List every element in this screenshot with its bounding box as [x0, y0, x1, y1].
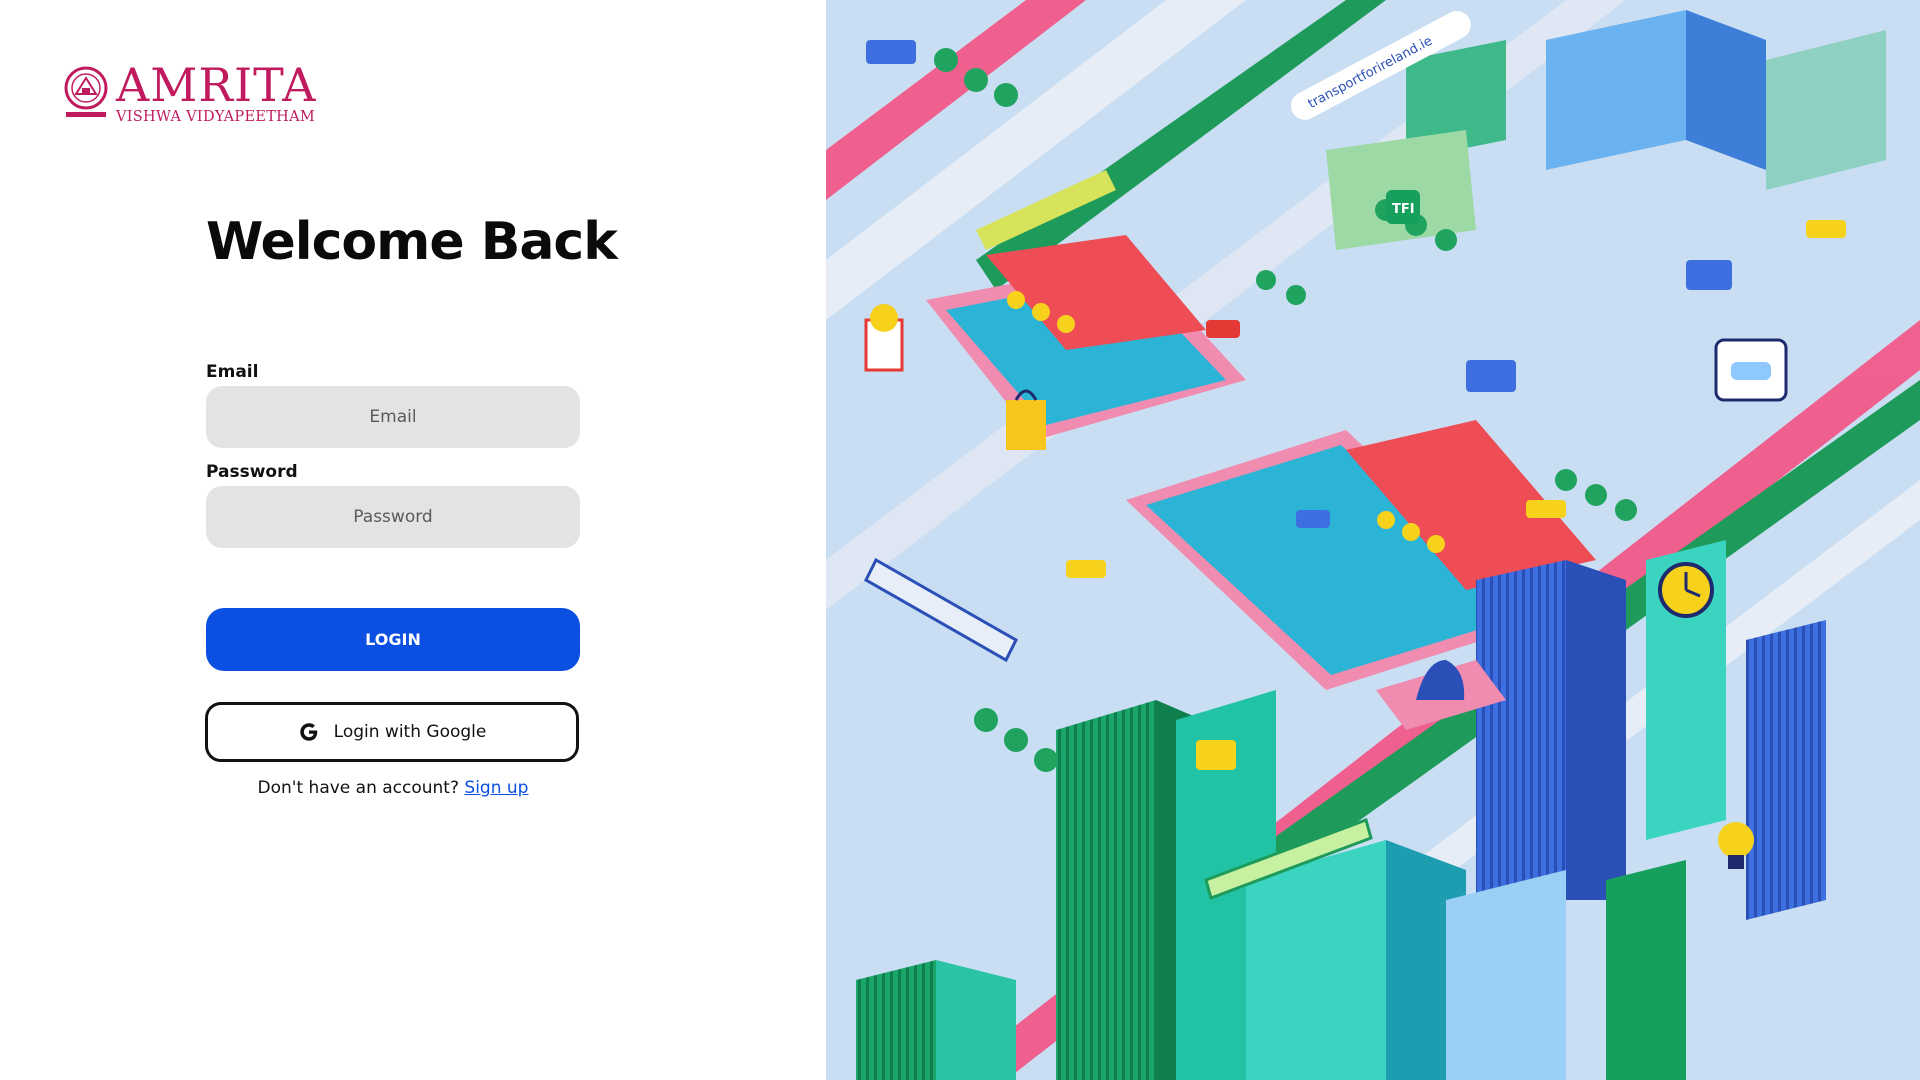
login-panel: AMRITA VISHWA VIDYAPEETHAM Welcome Back …: [0, 0, 826, 1080]
city-illustration: transportforireland.ie TFI: [826, 0, 1920, 1080]
university-seal-icon: [64, 66, 108, 117]
tfi-badge: TFI: [1392, 202, 1415, 217]
brand-name: AMRITA: [116, 57, 317, 112]
isometric-city-image: transportforireland.ie TFI: [826, 0, 1920, 1080]
password-input[interactable]: [206, 486, 580, 548]
page-title: Welcome Back: [206, 212, 618, 272]
google-button-label: Login with Google: [333, 722, 487, 742]
amrita-logo: AMRITA VISHWA VIDYAPEETHAM: [62, 62, 332, 124]
signup-row: Don't have an account? Sign up: [206, 778, 580, 798]
login-button[interactable]: LOGIN: [206, 608, 580, 671]
signup-prompt: Don't have an account?: [257, 778, 459, 798]
email-input[interactable]: [206, 386, 580, 448]
email-label: Email: [206, 362, 259, 382]
password-label: Password: [206, 462, 298, 482]
brand-subtitle: VISHWA VIDYAPEETHAM: [116, 108, 316, 125]
google-login-button[interactable]: Login with Google: [205, 702, 579, 762]
google-icon: [299, 723, 317, 741]
signup-link[interactable]: Sign up: [464, 778, 528, 798]
